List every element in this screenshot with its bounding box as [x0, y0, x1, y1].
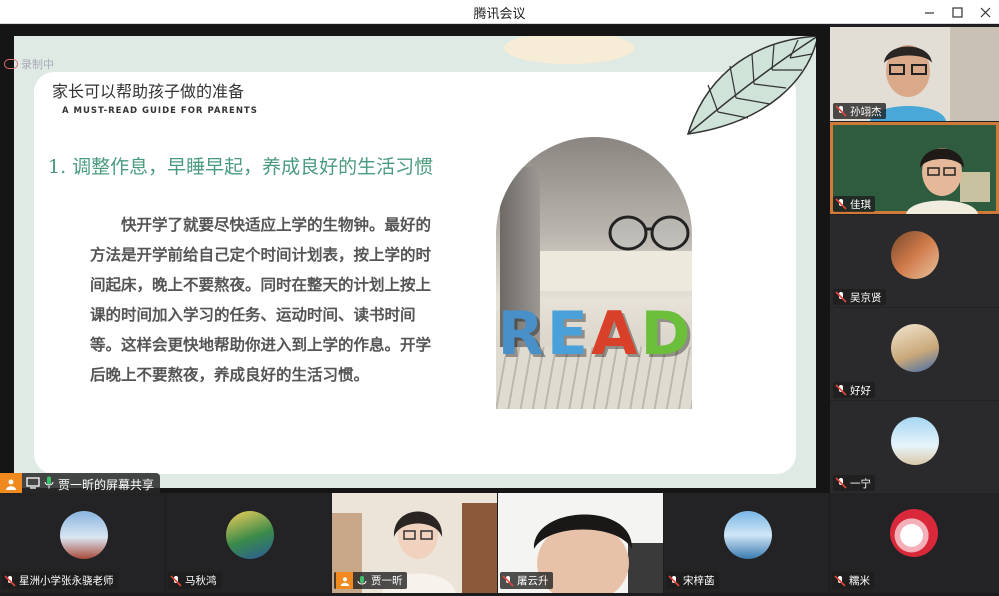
letter-r: R	[497, 299, 544, 369]
slide-title: 家长可以帮助孩子做的准备	[52, 82, 245, 101]
mic-muted-icon	[835, 291, 847, 303]
participant-name-tag: 星洲小学张永骁老师	[2, 572, 118, 589]
participant-tile[interactable]: 宋梓菡	[664, 493, 829, 593]
maximize-button[interactable]	[942, 0, 972, 24]
participant-name-tag: 马秋鸿	[168, 572, 221, 589]
mic-muted-icon	[835, 477, 847, 489]
mic-muted-icon	[835, 198, 847, 210]
participant-name-tag: 屠云升	[500, 572, 553, 589]
recording-indicator[interactable]: 录制中	[4, 56, 54, 72]
participant-tile[interactable]: 吴京贤	[830, 215, 999, 307]
participant-tile[interactable]: 孙翊杰	[830, 27, 999, 121]
mic-muted-icon	[835, 384, 847, 396]
mic-muted-icon	[835, 105, 847, 117]
participant-name-tag: 宋梓菡	[666, 572, 719, 589]
decorative-blob	[504, 36, 634, 64]
participant-tile[interactable]: 好好	[830, 308, 999, 400]
read-photo: R E A D	[496, 137, 692, 409]
avatar	[226, 511, 274, 559]
letter-a: A	[591, 299, 638, 369]
participant-tile[interactable]: 糯米	[830, 493, 999, 593]
screen-share-area[interactable]: 家长可以帮助孩子做的准备 A MUST-READ GUIDE FOR PAREN…	[0, 25, 830, 495]
mic-muted-icon	[502, 574, 514, 587]
letter-e: E	[546, 299, 588, 369]
participant-tile[interactable]: 马秋鸿	[166, 493, 331, 593]
close-button[interactable]	[970, 0, 999, 24]
participant-name-tag: 孙翊杰	[833, 103, 886, 119]
mic-muted-icon	[170, 574, 182, 587]
participant-strip-bottom: 星洲小学张永骁老师 马秋鸿 贾一昕 屠云升 宋梓菡 糯米	[0, 493, 999, 593]
participant-name-tag: 好好	[833, 382, 875, 398]
minimize-icon	[924, 11, 934, 14]
presenter-icon	[336, 572, 353, 589]
letter-d: D	[640, 299, 691, 369]
participant-tile[interactable]: 贾一昕	[332, 493, 497, 593]
mic-muted-icon	[834, 574, 846, 587]
screen-share-icon	[26, 476, 40, 492]
maximize-icon	[951, 6, 963, 18]
title-bar: 腾讯会议	[0, 0, 999, 24]
participant-tile[interactable]: 一宁	[830, 401, 999, 493]
participant-name-tag: 吴京贤	[833, 289, 886, 305]
participant-name-tag: 佳琪	[833, 196, 875, 212]
presenter-icon	[0, 473, 22, 495]
mic-on-icon	[44, 476, 54, 492]
slide-subtitle: A MUST-READ GUIDE FOR PARENTS	[62, 106, 258, 116]
meeting-window: 腾讯会议 家长可以帮助孩子做的准备 A MUST-READ GUIDE FOR …	[0, 0, 999, 596]
mic-on-icon	[357, 575, 367, 584]
glasses-icon	[608, 215, 690, 251]
participant-name-tag: 贾一昕	[334, 572, 407, 589]
avatar	[891, 417, 939, 465]
screen-share-label: 贾一昕的屏幕共享	[58, 477, 155, 492]
presentation-slide: 家长可以帮助孩子做的准备 A MUST-READ GUIDE FOR PAREN…	[14, 36, 816, 488]
participant-tile[interactable]: 屠云升	[498, 493, 663, 593]
slide-body-text: 快开学了就要尽快适应上学的生物钟。最好的方法是开学前给自己定个时间计划表，按上学…	[90, 216, 432, 384]
mic-muted-icon	[668, 574, 680, 587]
screen-share-tag[interactable]: 贾一昕的屏幕共享	[0, 473, 161, 495]
slide-heading: 1. 调整作息，早睡早起，养成良好的生活习惯	[48, 156, 434, 178]
participant-name-tag: 一宁	[833, 475, 875, 491]
recording-icon	[4, 59, 18, 69]
avatar	[891, 231, 939, 279]
avatar	[60, 511, 108, 559]
avatar	[724, 511, 772, 559]
close-icon	[980, 7, 990, 17]
window-title: 腾讯会议	[473, 7, 526, 22]
avatar	[891, 324, 939, 372]
leaf-illustration	[686, 36, 816, 135]
read-letters: R E A D	[496, 289, 692, 369]
participant-name-tag: 糯米	[832, 572, 874, 589]
recording-label: 录制中	[21, 58, 54, 71]
participant-tile[interactable]: 星洲小学张永骁老师	[0, 493, 165, 593]
participant-panel-right: 孙翊杰 佳琪 吴京贤 好好 一宁	[830, 25, 999, 493]
minimize-button[interactable]	[914, 0, 944, 24]
book-shape	[540, 251, 692, 291]
avatar	[890, 509, 938, 557]
mic-muted-icon	[4, 574, 16, 587]
participant-tile[interactable]: 佳琪	[830, 122, 999, 214]
